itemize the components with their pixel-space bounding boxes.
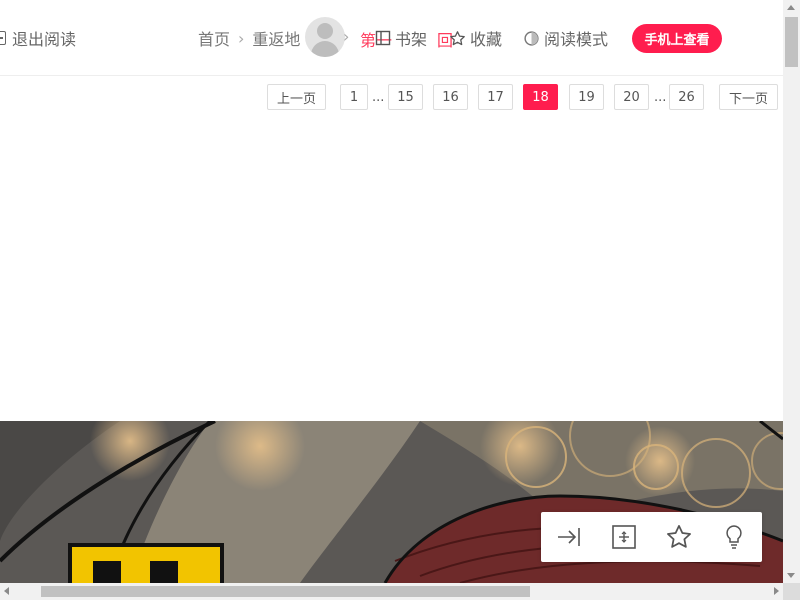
page-button[interactable]: 26 — [669, 84, 704, 110]
floating-toolbar — [541, 512, 762, 562]
bookshelf-button[interactable]: 书架 — [375, 27, 427, 49]
scrollbar-corner — [783, 583, 800, 600]
view-on-phone-button[interactable]: 手机上查看 — [632, 24, 722, 53]
fit-screen-icon[interactable] — [610, 523, 638, 551]
reading-mode-label: 阅读模式 — [544, 30, 609, 49]
page-button[interactable]: 15 — [388, 84, 423, 110]
exit-icon — [0, 31, 6, 45]
scroll-right-arrow-icon[interactable] — [774, 587, 779, 595]
bookshelf-icon — [375, 30, 391, 46]
current-page-button[interactable]: 18 — [523, 84, 558, 110]
reading-mode-icon — [523, 30, 540, 47]
breadcrumb: 首页 › 重返地 — [198, 26, 300, 50]
exit-reading-button[interactable]: 退出阅读 — [0, 27, 76, 49]
page-button[interactable]: 17 — [478, 84, 513, 110]
page-button[interactable]: 1 — [340, 84, 368, 110]
avatar[interactable] — [305, 17, 345, 57]
chevron-right-icon: › — [238, 28, 245, 48]
prev-page-button[interactable]: 上一页 — [267, 84, 326, 110]
lightbulb-icon[interactable] — [720, 523, 748, 551]
next-page-button[interactable]: 下一页 — [719, 84, 778, 110]
page-button[interactable]: 16 — [433, 84, 468, 110]
scroll-up-arrow-icon[interactable] — [787, 5, 795, 10]
vertical-scroll-thumb[interactable] — [785, 17, 798, 67]
page-button[interactable]: 20 — [614, 84, 649, 110]
scroll-left-arrow-icon[interactable] — [4, 587, 9, 595]
pagination-ellipsis: ... — [654, 90, 667, 105]
pagination: 上一页 1 ... 15 16 17 18 19 20 ... 26 下一页 — [0, 84, 783, 110]
star-icon[interactable] — [665, 523, 693, 551]
pagination-ellipsis: ... — [372, 90, 385, 105]
favorite-label: 收藏 — [470, 30, 503, 49]
vertical-scrollbar[interactable] — [783, 0, 800, 583]
breadcrumb-home[interactable]: 首页 — [198, 26, 230, 50]
scroll-down-arrow-icon[interactable] — [787, 573, 795, 578]
jump-to-end-icon[interactable] — [555, 523, 583, 551]
horizontal-scrollbar[interactable] — [0, 583, 783, 600]
reading-mode-button[interactable]: 阅读模式 — [523, 27, 608, 49]
exit-reading-label: 退出阅读 — [12, 30, 77, 49]
horizontal-scroll-thumb[interactable] — [41, 586, 530, 597]
favorite-button[interactable]: 收藏 — [449, 27, 502, 49]
page-button[interactable]: 19 — [569, 84, 604, 110]
chevron-right-icon: › — [343, 27, 350, 46]
breadcrumb-title[interactable]: 重返地 — [252, 26, 300, 50]
star-outline-icon — [449, 30, 466, 47]
bookshelf-label: 书架 — [395, 30, 428, 49]
top-header: 退出阅读 首页 › 重返地 › 第一 回 书架 收藏 阅读模式 手机上查看 — [0, 0, 783, 76]
